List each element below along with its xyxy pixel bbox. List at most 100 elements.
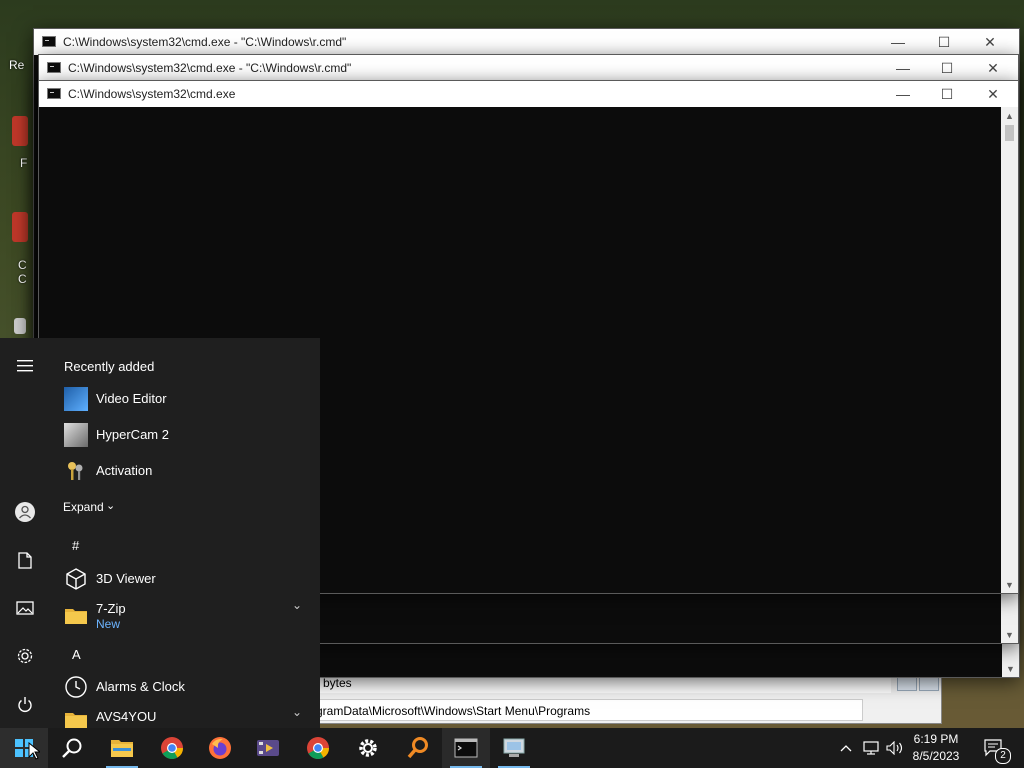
pictures-icon[interactable] <box>0 586 50 630</box>
app-name: Activation <box>96 463 153 478</box>
taskbar-clock[interactable]: 6:19 PM 8/5/2023 <box>900 731 972 765</box>
taskbar-file-explorer[interactable] <box>98 728 146 768</box>
maximize-button[interactable]: ☐ <box>924 55 970 81</box>
minimize-button[interactable]: — <box>875 29 921 55</box>
desktop-app-icon[interactable] <box>12 212 28 242</box>
app-name: HyperCam 2 <box>96 427 169 442</box>
notification-count-badge: 2 <box>995 748 1011 764</box>
chevron-up-icon <box>840 745 852 752</box>
file-size-text: bytes <box>323 676 352 690</box>
show-hidden-icons-button[interactable] <box>836 728 856 768</box>
network-icon <box>863 741 879 755</box>
hamburger-menu-icon[interactable] <box>0 344 50 388</box>
clock-time: 6:19 PM <box>913 732 959 746</box>
scroll-down-icon[interactable]: ▼ <box>1002 660 1019 677</box>
app-alarms-clock[interactable]: Alarms & Clock <box>50 669 320 705</box>
title-bar[interactable]: C:\Windows\system32\cmd.exe - "C:\Window… <box>39 55 1018 81</box>
app-hypercam[interactable]: HyperCam 2 <box>50 417 320 453</box>
desktop-app-icon[interactable] <box>12 116 28 146</box>
maximize-button[interactable]: ☐ <box>921 29 967 55</box>
section-a-heading[interactable]: A <box>72 647 81 662</box>
scroll-thumb[interactable] <box>1005 125 1014 141</box>
close-button[interactable]: ✕ <box>970 55 1016 81</box>
taskbar: 6:19 PM 8/5/2023 2 <box>0 728 1024 768</box>
start-menu: Recently added Video Editor HyperCam 2 A… <box>0 338 320 730</box>
console-icon <box>47 62 61 73</box>
desktop-icon-label[interactable]: C <box>18 258 27 272</box>
section-hash-heading[interactable]: # <box>72 538 79 553</box>
desktop-icon-label[interactable]: C <box>18 272 27 286</box>
scroll-up-icon[interactable]: ▲ <box>1001 107 1018 124</box>
new-badge: New <box>96 617 121 631</box>
user-account-icon[interactable] <box>0 490 50 534</box>
vertical-scrollbar[interactable]: ▲ ▼ <box>1001 107 1018 593</box>
mouse-cursor-icon <box>28 742 40 760</box>
app-activation[interactable]: Activation <box>50 453 320 489</box>
taskbar-chrome-2[interactable] <box>294 728 342 768</box>
explorer-window: bytes gramData\Microsoft\Windows\Start M… <box>300 670 942 724</box>
app-7zip-folder[interactable]: 7-Zip New ⌄ <box>50 597 320 637</box>
title-bar[interactable]: C:\Windows\system32\cmd.exe - "C:\Window… <box>34 29 1019 55</box>
app-name: Video Editor <box>96 391 167 406</box>
app-video-editor[interactable]: Video Editor <box>50 381 320 417</box>
app-list: Recently added Video Editor HyperCam 2 A… <box>50 338 320 730</box>
taskbar-chrome[interactable] <box>148 728 196 768</box>
app-name: Alarms & Clock <box>96 679 185 694</box>
address-bar[interactable]: gramData\Microsoft\Windows\Start Menu\Pr… <box>301 699 863 721</box>
window-title: C:\Windows\system32\cmd.exe - "C:\Window… <box>68 61 352 75</box>
video-editor-icon <box>257 740 279 756</box>
clock-date: 8/5/2023 <box>912 749 960 763</box>
desktop-app-icon[interactable] <box>14 318 26 334</box>
desktop-icon-label[interactable]: Re <box>9 58 24 72</box>
magnifier-app-icon <box>407 737 428 759</box>
start-rail <box>0 338 50 730</box>
documents-icon[interactable] <box>0 538 50 582</box>
title-bar[interactable]: C:\Windows\system32\cmd.exe — ☐ ✕ <box>39 81 1018 107</box>
search-button[interactable] <box>48 728 96 768</box>
gear-icon <box>359 739 377 757</box>
minimize-button[interactable]: — <box>880 81 926 107</box>
close-button[interactable]: ✕ <box>967 29 1013 55</box>
expand-button[interactable]: Expand ⌄ <box>50 492 320 522</box>
app-3d-viewer[interactable]: 3D Viewer <box>50 561 320 597</box>
taskbar-control-panel[interactable] <box>490 728 538 768</box>
action-center-button[interactable]: 2 <box>976 728 1012 768</box>
taskbar-settings[interactable] <box>344 728 392 768</box>
settings-gear-icon[interactable] <box>0 634 50 678</box>
app-name: AVS4YOU <box>96 709 157 724</box>
recently-added-heading: Recently added <box>64 359 155 374</box>
taskbar-search-tool[interactable] <box>394 728 442 768</box>
console-icon <box>47 88 61 99</box>
chrome-icon <box>161 737 183 759</box>
maximize-button[interactable]: ☐ <box>924 81 970 107</box>
folder-icon <box>64 707 88 730</box>
control-panel-icon <box>503 738 525 757</box>
taskbar-video-editor[interactable] <box>244 728 292 768</box>
taskbar-firefox[interactable] <box>196 728 244 768</box>
chevron-down-icon[interactable]: ⌄ <box>292 598 302 612</box>
minimize-button[interactable]: — <box>880 55 926 81</box>
network-button[interactable] <box>860 728 882 768</box>
start-button[interactable] <box>0 728 48 768</box>
desktop-icon-label[interactable]: F <box>20 156 27 170</box>
close-button[interactable]: ✕ <box>970 81 1016 107</box>
folder-icon <box>64 603 88 627</box>
firefox-icon <box>209 737 231 759</box>
scroll-down-icon[interactable]: ▼ <box>1001 576 1018 593</box>
video-editor-icon <box>64 387 88 411</box>
app-name: 3D Viewer <box>96 571 156 586</box>
search-icon <box>62 738 82 758</box>
chevron-down-icon: ⌄ <box>106 500 116 512</box>
expand-label: Expand <box>63 500 104 514</box>
chevron-down-icon[interactable]: ⌄ <box>292 705 302 719</box>
power-icon[interactable] <box>0 682 50 726</box>
clock-icon <box>64 675 88 699</box>
app-name: 7-Zip <box>96 601 126 616</box>
file-explorer-icon <box>111 740 133 757</box>
taskbar-command-prompt[interactable] <box>442 728 490 768</box>
keys-icon <box>64 459 88 483</box>
window-title: C:\Windows\system32\cmd.exe - "C:\Window… <box>63 35 347 49</box>
scroll-down-icon[interactable]: ▼ <box>1001 626 1018 643</box>
app-avs4you-folder[interactable]: AVS4YOU ⌄ <box>50 701 320 730</box>
window-title: C:\Windows\system32\cmd.exe <box>68 87 236 101</box>
